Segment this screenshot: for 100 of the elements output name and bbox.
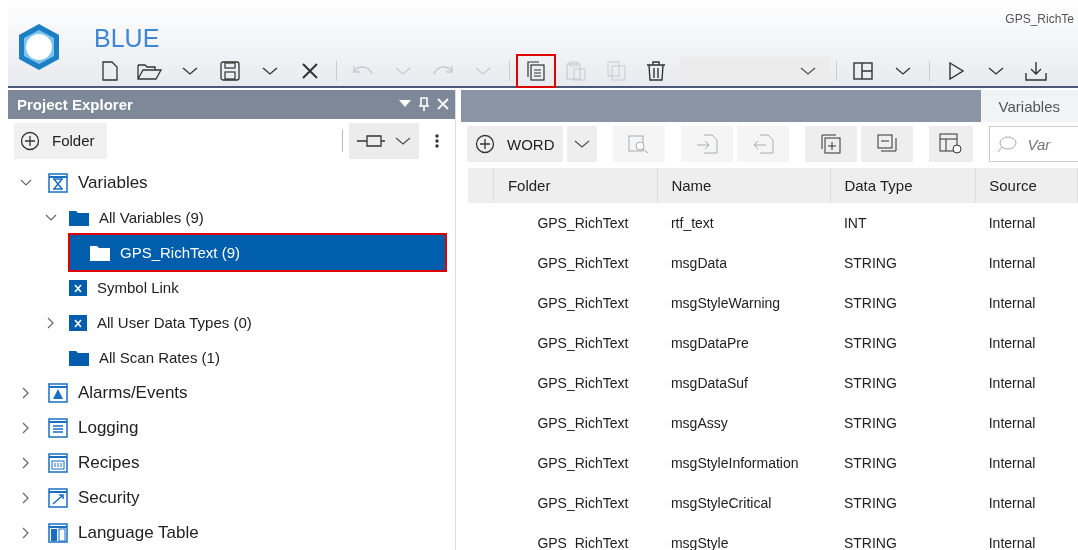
stack-button[interactable] <box>860 126 913 162</box>
table-cell-text: GPS_RichText <box>536 454 630 473</box>
app-name: BLUE <box>94 24 161 53</box>
more-icon <box>435 133 439 148</box>
tree-item[interactable]: Alarms/Events <box>8 375 455 410</box>
tree-item-label: Variables <box>78 172 148 193</box>
export-icon <box>751 134 774 154</box>
tree-item-label: Recipes <box>78 452 140 473</box>
table-cell-text: STRING <box>842 534 898 550</box>
table-cell-text: GPS_RichText <box>536 334 630 353</box>
tree-item-label: GPS_RichText (9) <box>120 244 241 261</box>
table-cell-text: msgDataSuf <box>669 374 749 393</box>
table-cell-text: Internal <box>987 494 1037 513</box>
variable-icon <box>69 279 87 296</box>
tab[interactable]: Variables <box>980 90 1078 122</box>
table-cell-text: msgStyleCritical <box>669 494 773 513</box>
chevron-down-icon <box>895 66 911 76</box>
clipboard-icon <box>566 61 586 81</box>
tree-item[interactable]: Recipes <box>8 445 455 480</box>
panel-title: Project Explorer <box>17 95 133 113</box>
tree-item[interactable]: Language Table <box>8 515 455 550</box>
table-settings-button[interactable] <box>928 126 973 162</box>
play-icon <box>948 62 964 80</box>
tree-item[interactable]: All Scan Rates (1) <box>8 340 455 375</box>
import-icon <box>695 134 718 154</box>
table-cell-text: STRING <box>842 494 898 513</box>
chevron-down-icon <box>800 66 816 76</box>
table-cell-text: Internal <box>987 374 1037 393</box>
folder-icon <box>69 209 89 226</box>
table-cell-text: msgStyleWarning <box>669 294 782 313</box>
document-icon <box>102 61 118 81</box>
table-cell-text: Internal <box>987 294 1037 313</box>
column-header[interactable]: Folder <box>493 168 658 203</box>
chevron-down-icon <box>988 66 1004 76</box>
add-word-button[interactable]: WORD <box>467 126 563 162</box>
tree-item[interactable]: All Variables (9) <box>8 200 455 235</box>
column-header[interactable]: Source <box>975 168 1078 203</box>
copy-button[interactable] <box>516 54 556 88</box>
tree-item-label: All Scan Rates (1) <box>99 349 220 366</box>
dropdown-icon[interactable] <box>399 100 411 109</box>
connector-icon <box>357 133 387 148</box>
tree-item[interactable]: Variables <box>8 165 455 200</box>
tree-item-label: Security <box>78 487 140 508</box>
stacked-add-icon <box>820 134 841 154</box>
copy-icon <box>526 61 546 81</box>
table-cell-text: GPS_RichText <box>536 494 630 513</box>
tree-item[interactable]: Logging <box>8 410 455 445</box>
table-cell-text: GPS_RichText <box>536 294 630 313</box>
download-icon <box>1025 61 1047 81</box>
table-cell-text: GPS_RichText <box>536 254 630 273</box>
folder-icon <box>69 349 89 366</box>
table-cell-text: Internal <box>987 334 1037 353</box>
folder-icon <box>90 244 110 261</box>
chevron-down-icon <box>573 139 590 149</box>
add-folder-button[interactable]: Folder <box>14 122 107 159</box>
table-cell-text: STRING <box>842 414 898 433</box>
tree-item[interactable]: Security <box>8 480 455 515</box>
close-icon[interactable] <box>437 98 449 111</box>
variable-icon <box>69 314 87 331</box>
chevron-down-icon <box>395 135 411 146</box>
table-cell-text: STRING <box>842 294 898 313</box>
stacked-windows-icon <box>876 134 897 154</box>
pin-icon[interactable] <box>419 97 429 112</box>
plus-circle-icon <box>20 130 40 151</box>
tree-item-label: All Variables (9) <box>99 209 204 226</box>
table-cell-text: GPS_RichText <box>536 414 630 433</box>
folder-icon <box>137 61 163 81</box>
tree-item-label: Logging <box>78 417 139 438</box>
document-title: GPS_RichTe <box>1005 12 1074 26</box>
table-cell-text: Internal <box>987 254 1037 273</box>
chevron-down-icon <box>182 66 198 76</box>
tree-item-label: Language Table <box>78 522 199 543</box>
tree-item-label: All User Data Types (0) <box>97 314 252 331</box>
link-dropdown-button[interactable] <box>349 122 419 159</box>
tree-item-label: Alarms/Events <box>78 382 188 403</box>
table-cell: rtf_text <box>657 203 831 243</box>
trash-icon <box>646 61 666 81</box>
table-cell: Internal <box>975 203 1078 243</box>
table-cell-text: msgAssy <box>669 414 729 433</box>
table-cell-text: STRING <box>842 374 898 393</box>
tree-item[interactable]: All User Data Types (0) <box>8 305 455 340</box>
column-header[interactable]: Data Type <box>830 168 976 203</box>
chevron-down-icon <box>395 66 411 76</box>
table-cell-text: STRING <box>842 454 898 473</box>
table-cell-text: Internal <box>987 454 1037 473</box>
table-cell-text: msgStyle <box>669 534 730 550</box>
table-cell-text: msgData <box>669 254 728 273</box>
search-field[interactable]: Var <box>988 126 1078 162</box>
tree-item-label: Symbol Link <box>97 279 179 296</box>
plus-circle-icon <box>475 134 495 154</box>
table-cell-text: msgStyleInformation <box>669 454 800 473</box>
layout-icon <box>853 62 873 80</box>
chevron-down-icon <box>475 66 491 76</box>
tree-item[interactable]: Symbol Link <box>8 270 455 305</box>
duplicate-icon <box>606 61 626 81</box>
add-copy-button[interactable] <box>804 126 857 162</box>
column-header[interactable]: Name <box>657 168 831 203</box>
table-cell: GPS_RichText <box>493 203 658 243</box>
tree-item[interactable]: GPS_RichText (9) <box>70 235 445 270</box>
table-cell-text: Internal <box>987 534 1037 550</box>
